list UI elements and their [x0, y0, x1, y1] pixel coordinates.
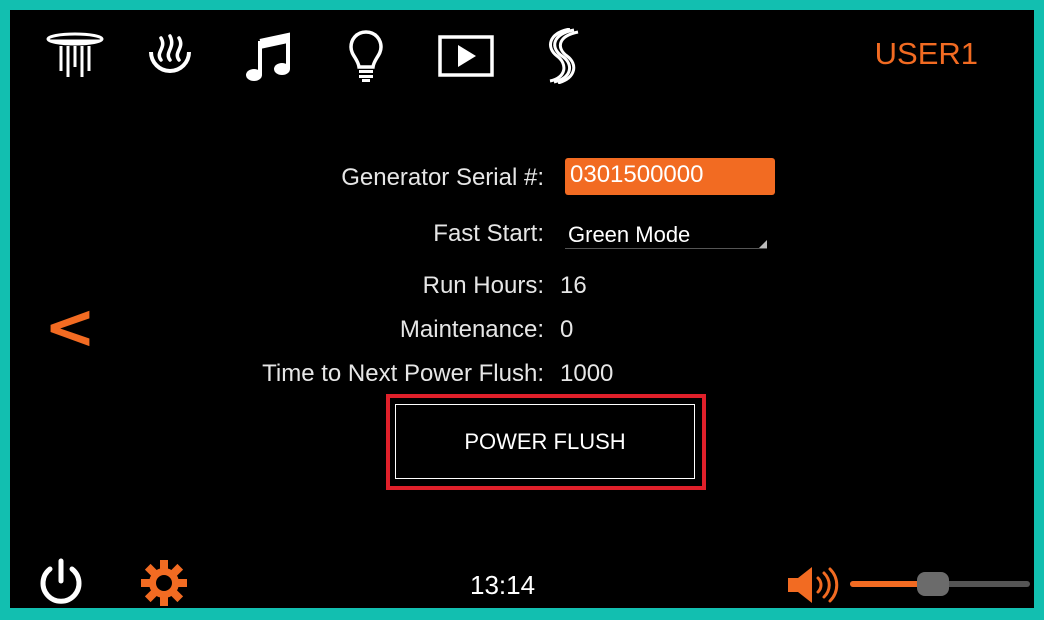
shower-head-icon[interactable] [44, 26, 106, 86]
fast-start-value: Green Mode [568, 222, 691, 247]
dropdown-arrow-icon [759, 240, 767, 248]
top-nav: USER1 [10, 10, 1034, 100]
gear-icon[interactable] [140, 559, 188, 608]
next-flush-value: 1000 [560, 360, 614, 387]
fast-start-select[interactable]: Green Mode [565, 221, 767, 249]
next-flush-label: Time to Next Power Flush: [262, 360, 544, 387]
back-button[interactable]: < [44, 296, 96, 358]
power-flush-button[interactable]: POWER FLUSH [395, 404, 695, 479]
run-hours-value: 16 [560, 272, 587, 299]
volume-slider-thumb[interactable] [916, 572, 949, 596]
light-bulb-icon[interactable] [346, 26, 386, 86]
fast-start-label: Fast Start: [433, 220, 544, 247]
maintenance-value: 0 [560, 316, 574, 343]
brand-s-icon[interactable] [544, 26, 584, 86]
control-screen: USER1 < Generator Serial #: 0301500000 F… [10, 10, 1034, 608]
steam-icon[interactable] [144, 26, 196, 86]
serial-number-field[interactable]: 0301500000 [565, 158, 775, 195]
user-label[interactable]: USER1 [875, 36, 978, 72]
run-hours-label: Run Hours: [422, 272, 544, 299]
serial-label: Generator Serial #: [341, 164, 544, 191]
maintenance-label: Maintenance: [399, 316, 544, 343]
music-icon[interactable] [244, 26, 294, 86]
volume-slider[interactable] [850, 572, 1030, 596]
video-play-icon[interactable] [438, 26, 494, 86]
power-icon[interactable] [36, 557, 86, 608]
clock: 13:14 [470, 570, 536, 600]
volume-icon[interactable] [786, 565, 842, 608]
